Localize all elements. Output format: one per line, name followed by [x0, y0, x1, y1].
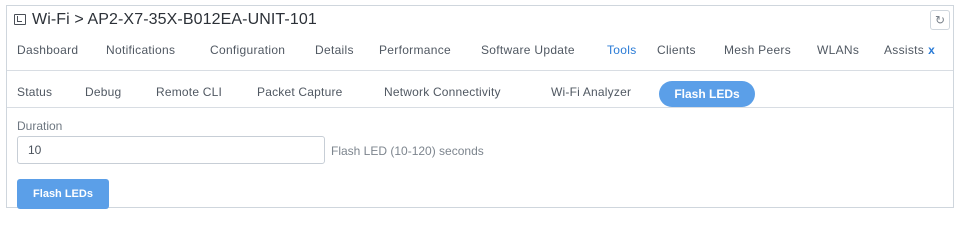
tab-assists[interactable]: Assists x	[884, 43, 935, 57]
tab-details[interactable]: Details	[315, 43, 354, 57]
secondary-tabs: Status Debug Remote CLI Packet Capture N…	[7, 73, 953, 109]
tabs-divider	[7, 70, 953, 71]
page-title: Wi-Fi > AP2-X7-35X-B012EA-UNIT-101	[32, 11, 317, 28]
subtab-remote-cli[interactable]: Remote CLI	[156, 85, 222, 99]
tab-software-update[interactable]: Software Update	[481, 43, 575, 57]
subtab-debug[interactable]: Debug	[85, 85, 121, 99]
content-divider	[7, 107, 953, 108]
subtab-status[interactable]: Status	[17, 85, 52, 99]
flash-leds-button[interactable]: Flash LEDs	[17, 179, 109, 209]
subtab-packet-capture[interactable]: Packet Capture	[257, 85, 343, 99]
subtab-wifi-analyzer[interactable]: Wi-Fi Analyzer	[551, 85, 631, 99]
duration-label: Duration	[17, 119, 63, 133]
subtab-flash-leds[interactable]: Flash LEDs	[659, 81, 755, 107]
refresh-icon[interactable]: ↻	[930, 10, 950, 30]
tab-performance[interactable]: Performance	[379, 43, 451, 57]
tab-dashboard[interactable]: Dashboard	[17, 43, 78, 57]
tab-wlans[interactable]: WLANs	[817, 43, 859, 57]
tools-panel: Wi-Fi > AP2-X7-35X-B012EA-UNIT-101 ↻ Das…	[6, 5, 954, 209]
window-icon	[14, 14, 26, 25]
tab-clients[interactable]: Clients	[657, 43, 696, 57]
tab-assists-label: Assists	[884, 43, 925, 57]
duration-hint: Flash LED (10-120) seconds	[331, 144, 484, 158]
tab-notifications[interactable]: Notifications	[106, 43, 175, 57]
tab-mesh-peers[interactable]: Mesh Peers	[724, 43, 791, 57]
title-bar: Wi-Fi > AP2-X7-35X-B012EA-UNIT-101 ↻	[7, 6, 953, 36]
subtab-network-connectivity[interactable]: Network Connectivity	[384, 85, 501, 99]
tab-tools[interactable]: Tools	[607, 43, 637, 57]
primary-tabs: Dashboard Notifications Configuration De…	[7, 39, 953, 63]
duration-input[interactable]	[17, 136, 325, 164]
close-tab-icon[interactable]: x	[928, 43, 935, 57]
tab-configuration[interactable]: Configuration	[210, 43, 285, 57]
